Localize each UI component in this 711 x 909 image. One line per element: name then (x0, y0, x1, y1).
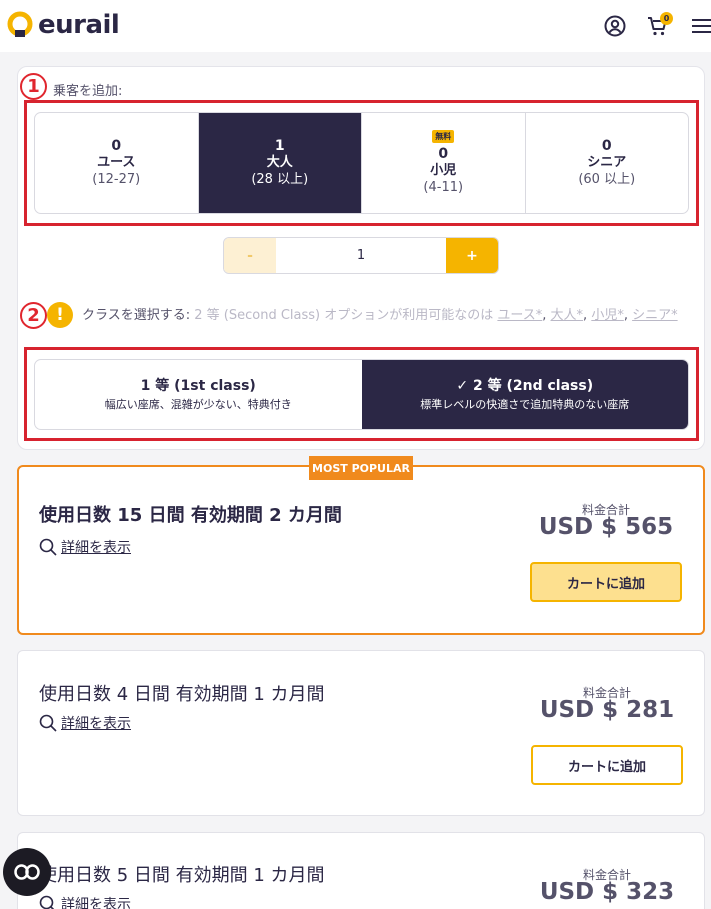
passenger-senior[interactable]: 0 シニア (60 以上) (526, 113, 689, 213)
details-link-text: 詳細を表示 (61, 716, 131, 732)
chat-button[interactable] (3, 848, 51, 896)
passenger-age-range: (12-27) (92, 172, 141, 187)
search-icon (39, 895, 55, 909)
class-select-label: クラスを選択する: (82, 308, 191, 323)
free-badge: 無料 (432, 130, 455, 143)
passenger-age-range: (60 以上) (578, 172, 636, 187)
eurail-logo[interactable]: eurail (6, 10, 120, 40)
offer-price: USD $ 281 (539, 697, 675, 723)
cart-count-badge: 0 (660, 12, 673, 25)
class-select-note: クラスを選択する: 2 等 (Second Class) オプションが利用可能な… (82, 308, 678, 323)
passenger-adult[interactable]: 1 大人 (28 以上) (198, 113, 362, 213)
menu-icon[interactable] (690, 14, 711, 38)
passenger-youth[interactable]: 0 ユース (12-27) (35, 113, 199, 213)
add-to-cart-button[interactable]: カートに追加 (530, 562, 682, 602)
details-link[interactable]: 詳細を表示 (39, 713, 131, 733)
passenger-count: 0 (438, 146, 449, 162)
quantity-value: 1 (356, 248, 366, 263)
link-adult[interactable]: 大人* (551, 308, 584, 323)
class-option-second[interactable]: ✓ 2 等 (2nd class) 標準レベルの快適さで追加特典のない座席 (361, 360, 688, 429)
most-popular-badge: MOST POPULAR (309, 456, 413, 480)
increment-button[interactable]: + (446, 238, 498, 273)
step-marker-1: 1 (20, 73, 47, 100)
class-title: 1 等 (1st class) (140, 377, 256, 394)
link-senior[interactable]: シニア* (632, 308, 678, 323)
passenger-age-range: (28 以上) (251, 172, 309, 187)
offer-price: USD $ 323 (539, 879, 675, 905)
passengers-label: 乗客を追加: (53, 84, 123, 99)
chat-icon (14, 864, 40, 880)
passenger-count: 0 (111, 138, 122, 154)
passenger-type-name: 小児 (430, 163, 457, 178)
class-title: ✓ 2 等 (2nd class) (456, 377, 594, 394)
passenger-child[interactable]: 無料 0 小児 (4-11) (362, 113, 526, 213)
link-youth[interactable]: ユース* (497, 308, 542, 323)
class-description: 幅広い座席、混雑が少ない、特典付き (104, 397, 292, 411)
passenger-age-range: (4-11) (423, 180, 464, 195)
class-description: 標準レベルの快適さで追加特典のない座席 (420, 397, 630, 411)
class-note-text: 2 等 (Second Class) オプションが利用可能なのは (194, 308, 494, 323)
logo-text: eurail (38, 10, 120, 40)
passenger-count: 1 (274, 138, 285, 154)
details-link-text: 詳細を表示 (61, 897, 131, 909)
class-selector: 1 等 (1st class) 幅広い座席、混雑が少ない、特典付き ✓ 2 等 … (34, 359, 689, 430)
add-to-cart-button[interactable]: カートに追加 (531, 745, 683, 785)
search-icon (39, 714, 57, 732)
passenger-selector: 0 ユース (12-27) 1 大人 (28 以上) 無料 0 小児 (4-11… (34, 112, 689, 214)
offer-price: USD $ 565 (538, 514, 674, 540)
class-option-first[interactable]: 1 等 (1st class) 幅広い座席、混雑が少ない、特典付き (35, 360, 362, 429)
offer-card-4-days (17, 650, 705, 816)
passenger-quantity-stepper: - 1 + (223, 237, 499, 274)
passenger-type-name: シニア (587, 155, 627, 170)
user-icon[interactable] (603, 14, 627, 38)
offer-title: 使用日数 4 日間 有効期間 1 カ月間 (39, 684, 325, 705)
offer-title: 使用日数 15 日間 有効期間 2 カ月間 (39, 505, 342, 526)
details-link[interactable]: 詳細を表示 (39, 537, 131, 557)
site-header: eurail 0 (0, 0, 711, 52)
link-child[interactable]: 小児* (591, 308, 624, 323)
offer-title: 使用日数 5 日間 有効期間 1 カ月間 (39, 865, 325, 886)
details-link[interactable]: 詳細を表示 (39, 894, 131, 909)
details-link-text: 詳細を表示 (61, 540, 131, 556)
passenger-count: 0 (601, 138, 612, 154)
decrement-button[interactable]: - (224, 238, 276, 273)
passenger-type-name: ユース (97, 155, 136, 170)
search-icon (39, 538, 57, 556)
eurail-logo-icon (7, 11, 33, 37)
passenger-type-name: 大人 (266, 155, 293, 170)
